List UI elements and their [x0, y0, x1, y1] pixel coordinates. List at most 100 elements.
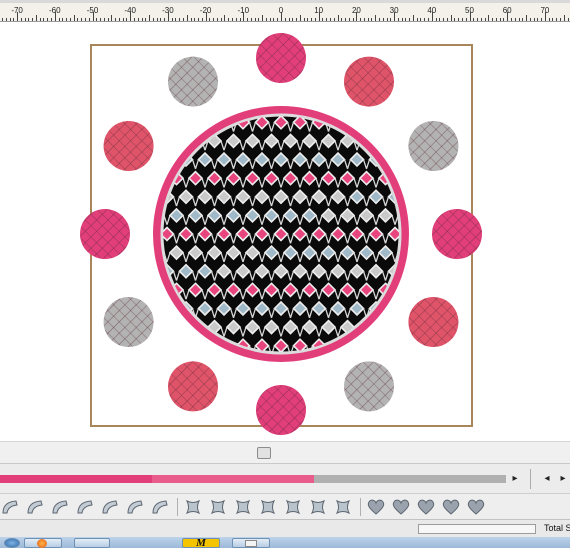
ruler-tick — [205, 12, 207, 21]
polka-dot-circle[interactable] — [432, 209, 482, 259]
shape-tool-icon[interactable] — [75, 498, 95, 516]
polka-dot-circle[interactable] — [168, 56, 218, 107]
ruler-tick — [47, 18, 49, 21]
notch-frame-icon[interactable] — [308, 498, 328, 516]
polka-dot-circle[interactable] — [256, 385, 306, 435]
ruler-tick — [341, 18, 343, 21]
color-segment[interactable] — [314, 475, 506, 483]
bow-frame-icon[interactable] — [283, 498, 303, 516]
ruler-tick — [273, 18, 275, 21]
polka-dot-circle[interactable] — [103, 121, 154, 171]
ruler-tick — [333, 18, 335, 21]
polka-dot-circle[interactable] — [103, 297, 154, 347]
ruler-tick — [465, 18, 467, 21]
oval-frame-icon[interactable] — [333, 498, 353, 516]
ruler-tick — [345, 18, 347, 21]
ruler-tick — [556, 18, 558, 21]
heart-lace-icon[interactable] — [416, 498, 436, 516]
curve-tool-icon[interactable] — [0, 498, 20, 516]
polka-dot-circle[interactable] — [408, 121, 459, 171]
scallop-frame-icon[interactable] — [233, 498, 253, 516]
polka-dot-circle[interactable] — [256, 33, 306, 83]
ruler-tick — [371, 18, 373, 21]
heart-plain-icon-glyph — [467, 499, 485, 515]
ruler-tick — [492, 18, 494, 21]
ruler-tick — [514, 18, 516, 21]
ruler-tick — [231, 18, 233, 21]
ruler-tick — [446, 18, 448, 21]
ruler-tick — [216, 18, 218, 21]
ruler-tick — [548, 18, 550, 21]
ruler-tick — [250, 18, 252, 21]
ruler-tick — [164, 18, 166, 21]
scroll-thumb[interactable] — [257, 447, 271, 459]
polka-dot-circle[interactable] — [168, 361, 218, 412]
polka-dot-circle[interactable] — [80, 209, 130, 259]
shape-tool-icon-glyph — [77, 500, 93, 514]
polka-dot-circle[interactable] — [344, 361, 394, 412]
play-icon[interactable]: ▸ — [508, 471, 522, 487]
progress-bar — [418, 524, 536, 534]
ruler-tick — [469, 12, 471, 21]
heart-ornate-icon[interactable] — [391, 498, 411, 516]
ruler-tick — [209, 18, 211, 21]
ruler-tick — [348, 18, 350, 21]
heart-icon[interactable] — [366, 498, 386, 516]
ruler-tick — [352, 18, 354, 21]
wave-tool-icon[interactable] — [50, 498, 70, 516]
documents-icon[interactable] — [232, 538, 270, 548]
bracket-frame-icon[interactable] — [208, 498, 228, 516]
ruler-tick — [224, 15, 226, 21]
ruler-tick — [401, 18, 403, 21]
shapes-toolbar — [0, 493, 570, 520]
ruler-tick — [77, 18, 79, 21]
ruler-tick — [537, 18, 539, 21]
wave-tool-icon-glyph — [52, 500, 68, 514]
ruler-tick — [122, 18, 124, 21]
corner-tool-icon[interactable] — [100, 498, 120, 516]
design-canvas[interactable] — [0, 22, 570, 440]
cross-frame-icon[interactable] — [258, 498, 278, 516]
ruler-tick — [337, 15, 339, 21]
ruler-tick — [179, 18, 181, 21]
flag-tool-icon[interactable] — [150, 498, 170, 516]
heart-plain-icon[interactable] — [466, 498, 486, 516]
polka-dot-circle[interactable] — [408, 297, 459, 347]
color-segment[interactable] — [152, 475, 314, 483]
ruler-tick — [9, 18, 11, 21]
flag-tool-icon-glyph — [152, 500, 168, 514]
heart-scroll-icon[interactable] — [441, 498, 461, 516]
ruler-tick — [243, 12, 245, 21]
ruler-tick — [96, 18, 98, 21]
prev-icon[interactable]: ◂ — [540, 471, 554, 487]
square-frame-icon[interactable] — [183, 498, 203, 516]
embroidery-design[interactable] — [0, 22, 570, 440]
firefox-icon[interactable] — [24, 538, 62, 548]
ruler-tick — [115, 18, 117, 21]
ruler-tick — [559, 18, 561, 21]
ruler-tick — [439, 18, 441, 21]
ruler-tick — [92, 12, 94, 21]
quick-launch-icon[interactable] — [74, 538, 110, 548]
total-stitches-label: Total S — [544, 523, 570, 533]
ruler-tick — [544, 12, 546, 21]
stitch-timeline[interactable]: ▸ ◂ ▸ — [0, 463, 570, 494]
arc-tool-icon[interactable] — [25, 498, 45, 516]
ruler-tick — [480, 18, 482, 21]
polka-dot-circle[interactable] — [344, 56, 394, 107]
color-segment[interactable] — [0, 475, 152, 483]
ruler-tick — [100, 18, 102, 21]
fan-tool-icon[interactable] — [125, 498, 145, 516]
color-sequence-bar[interactable] — [0, 475, 506, 483]
ruler-tick — [262, 15, 264, 21]
horizontal-scrollbar[interactable] — [0, 441, 570, 464]
start-orb-icon[interactable] — [4, 538, 20, 548]
ruler-tick — [149, 15, 151, 21]
ruler-tick — [303, 18, 305, 21]
ruler-tick — [499, 18, 501, 21]
ruler-tick — [265, 18, 267, 21]
app-m-icon[interactable]: M — [182, 538, 220, 548]
next-icon[interactable]: ▸ — [556, 471, 570, 487]
ruler-tick — [431, 12, 433, 21]
heart-icon-glyph — [367, 499, 385, 515]
